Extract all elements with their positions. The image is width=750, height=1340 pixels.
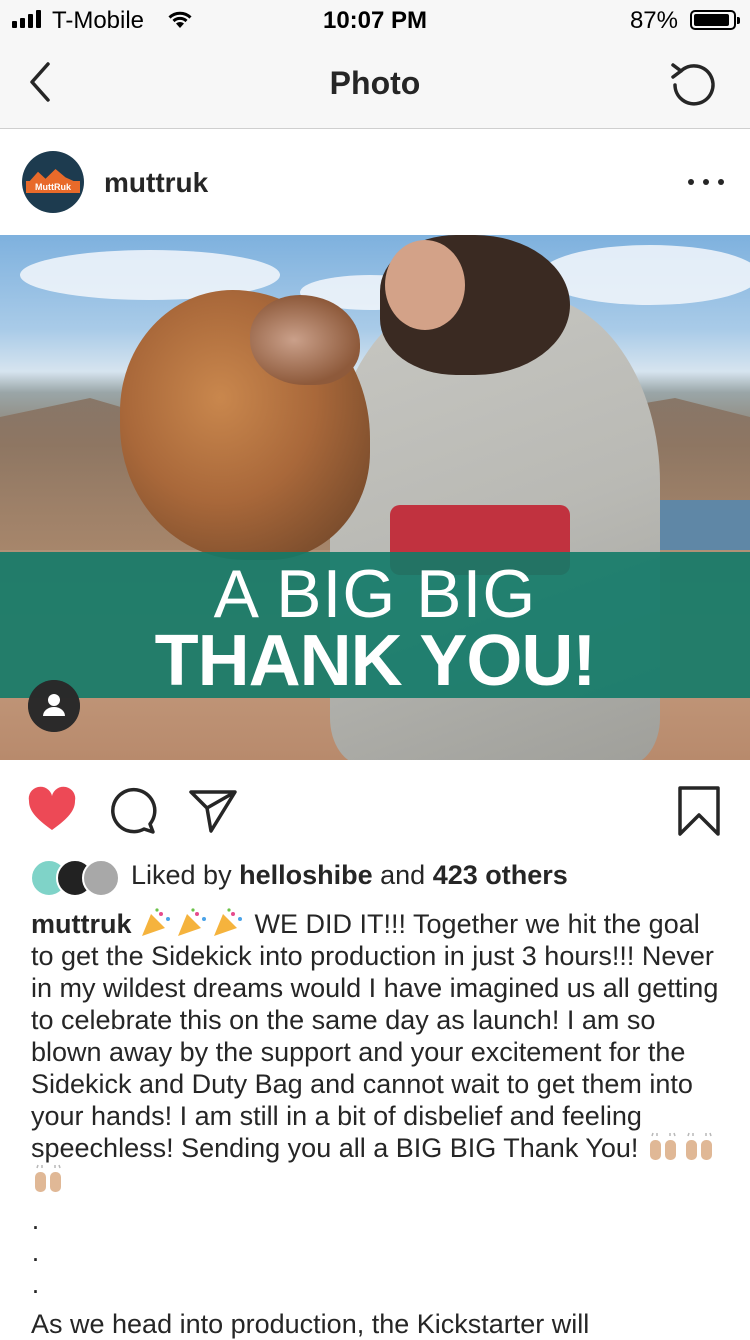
post-username[interactable]: muttruk: [104, 167, 208, 199]
party-popper-icon: [178, 908, 207, 936]
action-bar: [0, 760, 750, 855]
liker-avatar: [82, 859, 120, 897]
party-popper-icon: [214, 908, 243, 936]
caption-text: WE DID IT!!! Together we hit the goal to…: [31, 909, 719, 1163]
caption-dot: ·: [31, 1211, 40, 1241]
heart-icon[interactable]: [25, 784, 79, 838]
avatar-logo-text: MuttRuk: [26, 181, 80, 193]
battery-percent: 87%: [629, 7, 678, 34]
likes-count[interactable]: 423 others: [433, 860, 568, 890]
likes-and: and: [380, 860, 426, 890]
party-popper-icon: [142, 908, 171, 936]
share-icon[interactable]: [186, 784, 240, 838]
raised-hands-icon: [35, 1164, 61, 1192]
raised-hands-icon: [649, 1132, 676, 1160]
raised-hands-icon: [685, 1132, 712, 1160]
post-header: MuttRuk muttruk: [0, 129, 750, 235]
caption-dots: · · ·: [31, 1210, 131, 1306]
more-icon[interactable]: [688, 169, 724, 195]
caption-dot: ·: [31, 1243, 40, 1273]
avatar[interactable]: MuttRuk: [22, 151, 84, 213]
bookmark-icon[interactable]: [672, 784, 726, 838]
comment-icon[interactable]: [106, 784, 160, 838]
banner-line-2: THANK YOU!: [154, 621, 597, 701]
battery-icon: [690, 10, 740, 30]
caption-dot: ·: [31, 1275, 40, 1305]
refresh-icon[interactable]: [668, 58, 720, 110]
page-title: Photo: [329, 65, 421, 101]
person-icon[interactable]: [28, 680, 80, 732]
likes-row[interactable]: Liked by helloshibe and 423 others: [0, 855, 750, 899]
likes-prefix: Liked by: [131, 860, 232, 890]
liker-username[interactable]: helloshibe: [239, 860, 373, 890]
caption-continued: As we head into production, the Kickstar…: [31, 1309, 590, 1339]
back-icon[interactable]: [20, 58, 64, 106]
nav-bar: Photo: [0, 40, 750, 129]
post-photo[interactable]: A BIG BIG THANK YOU!: [0, 235, 750, 760]
post-caption: muttruk WE DID IT!!! Together we hit the…: [31, 908, 721, 1196]
caption-username[interactable]: muttruk: [31, 909, 132, 939]
likes-summary[interactable]: Liked by helloshibe and 423 others: [131, 860, 568, 891]
status-bar: T-Mobile 10:07 PM 87%: [0, 0, 750, 40]
